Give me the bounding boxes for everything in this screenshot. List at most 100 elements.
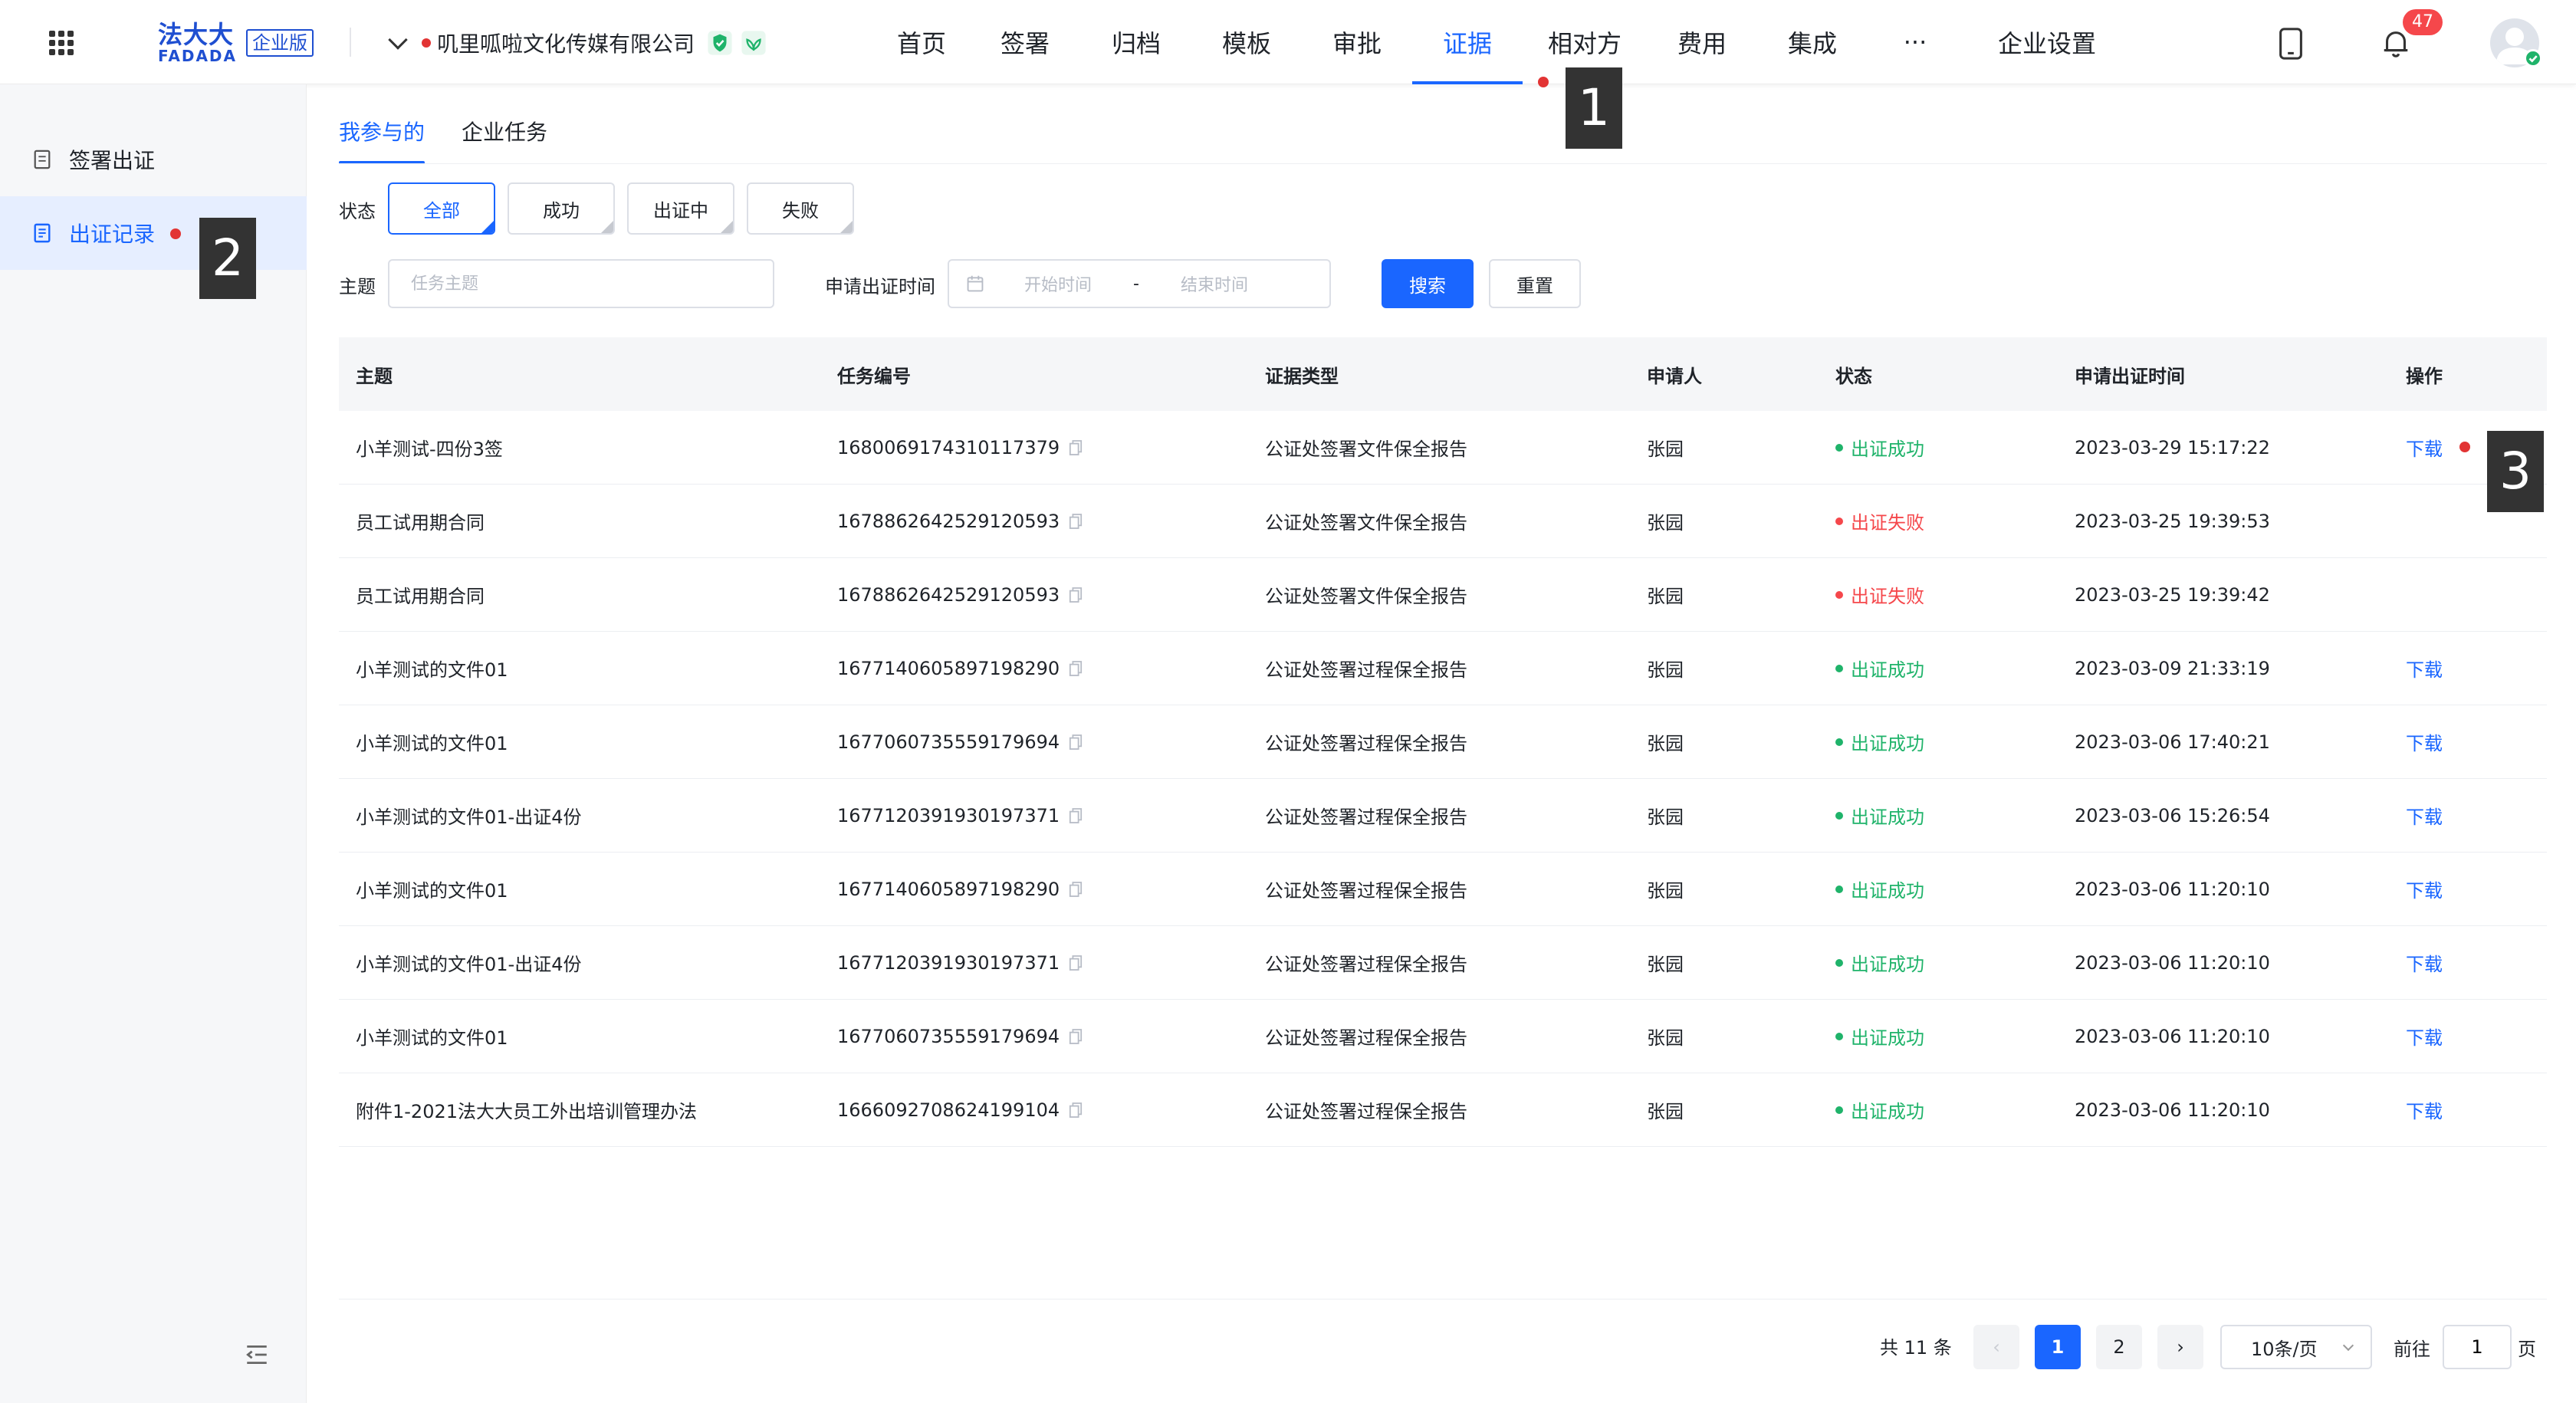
record-list-icon: [34, 223, 51, 243]
cell-apply-time: 2023-03-09 21:33:19: [2075, 657, 2270, 679]
table-row: 小羊测试的文件01 1677140605897198290 公证处签署过程保全报告 张…: [339, 632, 2547, 705]
annotation-dot: [170, 228, 181, 239]
cell-status: 出证成功: [1835, 632, 1924, 705]
cell-download-link[interactable]: 下载: [2406, 1073, 2443, 1146]
status-dot: [1835, 590, 1843, 599]
status-dot: [1835, 443, 1843, 452]
copy-icon[interactable]: [1069, 513, 1083, 530]
nav-template[interactable]: 模板: [1191, 0, 1302, 84]
nav-fees[interactable]: 费用: [1647, 0, 1757, 84]
column-header-apply-time: 申请出证时间: [2075, 365, 2185, 387]
copy-icon[interactable]: [1069, 439, 1083, 456]
logo-english-text: FADADA: [158, 47, 238, 65]
start-time-placeholder[interactable]: 开始时间: [1024, 271, 1092, 296]
status-dot: [1835, 517, 1843, 525]
cell-download-link[interactable]: 下载: [2406, 926, 2443, 999]
nav-sign[interactable]: 签署: [969, 0, 1081, 84]
table-body: 小羊测试-四份3签 1680069174310117379 公证处签署文件保全报告张…: [339, 411, 2547, 1147]
cell-task-id: 1666092708624199104: [837, 1073, 1083, 1146]
annotation-dot: [422, 38, 431, 48]
cell-download-link[interactable]: 下载: [2406, 779, 2443, 852]
tab-my-participated[interactable]: 我参与的: [339, 118, 426, 164]
cell-applicant: 张园: [1647, 807, 1684, 828]
cell-download-link[interactable]: 下载: [2406, 411, 2443, 484]
search-button[interactable]: 搜索: [1382, 259, 1474, 308]
status-option-in-progress[interactable]: 出证中: [627, 182, 734, 235]
cell-evidence-type: 公证处签署过程保全报告: [1265, 1101, 1467, 1122]
reset-button[interactable]: 重置: [1489, 259, 1581, 308]
copy-icon[interactable]: [1069, 807, 1083, 824]
sidebar-item-sign-evidence[interactable]: 签署出证: [0, 123, 307, 196]
annotation-marker-2: 2: [199, 218, 256, 299]
end-time-placeholder[interactable]: 结束时间: [1181, 271, 1248, 296]
status-option-all[interactable]: 全部: [388, 182, 495, 235]
tab-enterprise-tasks[interactable]: 企业任务: [462, 118, 547, 164]
status-option-failed[interactable]: 失败: [747, 182, 854, 235]
nav-evidence[interactable]: 证据: [1412, 0, 1523, 84]
goto-page-input[interactable]: [2443, 1325, 2512, 1369]
cell-apply-time: 2023-03-06 11:20:10: [2075, 951, 2270, 974]
cell-apply-time: 2023-03-29 15:17:22: [2075, 436, 2270, 458]
column-header-applicant: 申请人: [1647, 365, 1702, 387]
online-check-icon: [2524, 49, 2542, 67]
page-size-value: 10条/页: [2251, 1338, 2318, 1360]
copy-icon[interactable]: [1069, 1102, 1083, 1119]
company-switcher[interactable]: 叽里呱啦文化传媒有限公司: [388, 26, 767, 60]
fadada-logo[interactable]: 法大大 FADADA 企业版: [158, 21, 314, 64]
pagination-next-button[interactable]: ›: [2157, 1325, 2203, 1369]
copy-icon[interactable]: [1069, 1028, 1083, 1045]
copy-icon[interactable]: [1069, 734, 1083, 751]
nav-home[interactable]: 首页: [874, 0, 969, 84]
cell-download-link[interactable]: 下载: [2406, 853, 2443, 925]
cell-apply-time: 2023-03-25 19:39:42: [2075, 583, 2270, 606]
copy-icon[interactable]: [1069, 660, 1083, 677]
copy-icon[interactable]: [1069, 955, 1083, 971]
status-dot: [1835, 811, 1843, 820]
status-text: 出证成功: [1851, 659, 1924, 681]
apply-time-label: 申请出证时间: [825, 276, 935, 297]
nav-approval[interactable]: 审批: [1302, 0, 1412, 84]
sidebar-item-label: 签署出证: [69, 148, 156, 173]
table-row: 员工试用期合同 1678862642529120593 公证处签署文件保全报告 张园 出…: [339, 558, 2547, 632]
app-grid-icon[interactable]: [46, 28, 77, 58]
nav-more[interactable]: ···: [1868, 0, 1963, 84]
copy-icon[interactable]: [1069, 881, 1083, 898]
main-content: 我参与的 企业任务 状态 全部 成功 出证中 失败 主题 申请出证时间 开始时间…: [307, 84, 2576, 1403]
status-filter-label: 状态: [339, 201, 376, 222]
mobile-phone-icon[interactable]: [2277, 28, 2305, 60]
cell-evidence-type: 公证处签署过程保全报告: [1265, 954, 1467, 975]
cell-status: 出证成功: [1835, 1000, 1924, 1073]
cell-download-link[interactable]: 下载: [2406, 705, 2443, 778]
cell-apply-time: 2023-03-06 17:40:21: [2075, 731, 2270, 753]
status-dot: [1835, 664, 1843, 672]
pagination-page-2[interactable]: 2: [2096, 1325, 2142, 1369]
status-dot: [1835, 1032, 1843, 1040]
pagination-prev-button[interactable]: ‹: [1973, 1325, 2019, 1369]
status-dot: [1835, 958, 1843, 967]
table-row: 小羊测试的文件01 1677060735559179694 公证处签署过程保全报告 张…: [339, 1000, 2547, 1073]
sidebar-item-evidence-records[interactable]: 出证记录: [0, 196, 307, 270]
nav-enterprise-settings[interactable]: 企业设置: [1963, 0, 2131, 84]
cell-evidence-type: 公证处签署过程保全报告: [1265, 733, 1467, 754]
cell-apply-time: 2023-03-06 15:26:54: [2075, 804, 2270, 826]
nav-integration[interactable]: 集成: [1757, 0, 1868, 84]
cell-download-link[interactable]: 下载: [2406, 632, 2443, 705]
cell-subject: 附件1-2021法大大员工外出培训管理办法: [356, 1101, 698, 1122]
nav-archive[interactable]: 归档: [1081, 0, 1191, 84]
page-size-select[interactable]: 10条/页: [2220, 1325, 2372, 1369]
apply-time-range-picker[interactable]: 开始时间 - 结束时间: [948, 259, 1331, 308]
collapse-sidebar-icon[interactable]: [244, 1342, 270, 1368]
status-option-success[interactable]: 成功: [508, 182, 615, 235]
task-id-text: 1677120391930197371: [837, 804, 1060, 826]
notification-badge: 47: [2403, 9, 2443, 35]
cell-task-id: 1677120391930197371: [837, 926, 1083, 999]
cell-download-link[interactable]: 下载: [2406, 1000, 2443, 1073]
cell-evidence-type: 公证处签署过程保全报告: [1265, 659, 1467, 681]
pagination-page-1[interactable]: 1: [2035, 1325, 2081, 1369]
chevron-down-icon: [388, 30, 408, 50]
annotation-marker-3: 3: [2487, 431, 2544, 512]
cell-task-id: 1678862642529120593: [837, 485, 1083, 557]
cell-applicant: 张园: [1647, 659, 1684, 681]
copy-icon[interactable]: [1069, 586, 1083, 603]
subject-search-input[interactable]: [388, 259, 774, 308]
